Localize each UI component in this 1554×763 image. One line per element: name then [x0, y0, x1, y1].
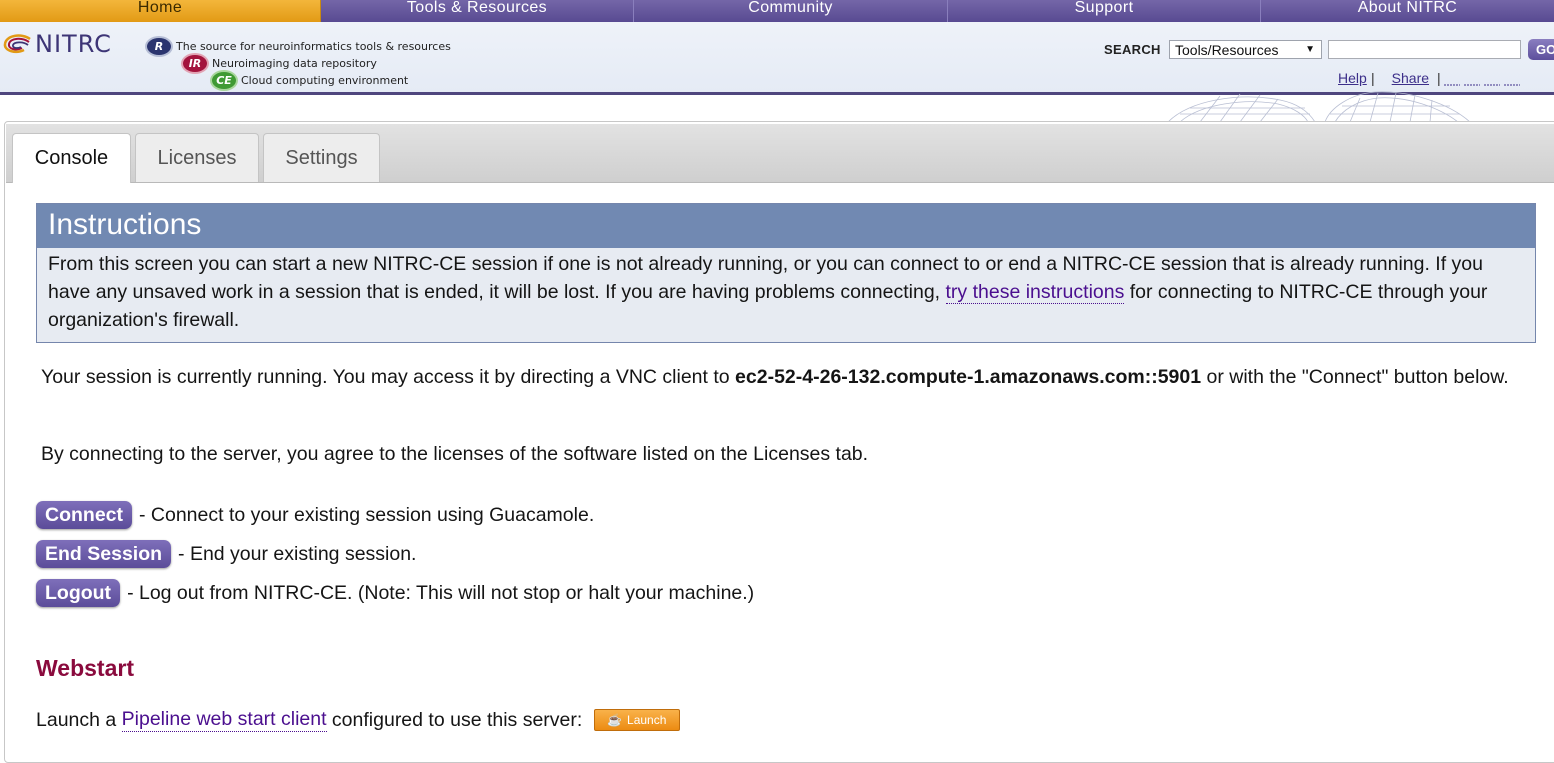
pipeline-client-link[interactable]: Pipeline web start client: [121, 708, 327, 732]
session-text-before: Your session is currently running. You m…: [41, 366, 736, 388]
action-row: Logout - Log out from NITRC-CE. (Note: T…: [36, 578, 754, 608]
dropdown-caret-icon: ▼: [1305, 44, 1315, 55]
tagline-text: Neuroimaging data repository: [212, 56, 377, 70]
connect-button[interactable]: Connect: [36, 501, 132, 529]
action-description: - Connect to your existing session using…: [139, 503, 595, 526]
action-description: - End your existing session.: [178, 542, 417, 565]
separator: |: [1371, 70, 1375, 86]
logo-text: NITRC: [35, 30, 112, 58]
search-scope-value: Tools/Resources: [1175, 42, 1279, 58]
nav-about[interactable]: About NITRC: [1261, 0, 1554, 22]
search-input[interactable]: [1328, 40, 1521, 59]
instructions-box: Instructions From this screen you can st…: [36, 203, 1536, 343]
tab-console[interactable]: Console: [12, 133, 131, 183]
top-navigation: Home Tools & Resources Community Support…: [0, 0, 1554, 22]
separator: |: [1437, 70, 1441, 86]
tab-settings[interactable]: Settings: [263, 133, 380, 182]
share-link[interactable]: Share: [1380, 70, 1429, 86]
java-icon: ☕: [607, 713, 623, 727]
end-session-button[interactable]: End Session: [36, 540, 172, 568]
nav-community[interactable]: Community: [634, 0, 948, 22]
tagline-text: The source for neuroinformatics tools & …: [176, 39, 451, 53]
search-label: SEARCH: [1104, 42, 1161, 57]
launch-button[interactable]: ☕ Launch: [593, 709, 680, 731]
session-status: Your session is currently running. You m…: [41, 363, 1541, 391]
share-icons-placeholder: [1444, 84, 1520, 86]
resources-badge-icon: R: [145, 35, 173, 57]
launch-label: Launch: [627, 713, 667, 727]
webstart-heading: Webstart: [36, 655, 134, 681]
cloud-badge-icon: CE: [210, 69, 238, 91]
action-row: End Session - End your existing session.: [36, 539, 416, 569]
repository-badge-icon: IR: [181, 52, 209, 74]
tagline-row: CE Cloud computing environment: [210, 69, 409, 91]
tab-licenses[interactable]: Licenses: [135, 133, 259, 182]
action-row: Connect - Connect to your existing sessi…: [36, 500, 594, 530]
webstart-text-before: Launch a: [36, 708, 122, 731]
instructions-title: Instructions: [37, 204, 1535, 248]
logo-swirl-icon: [3, 34, 31, 53]
nav-support[interactable]: Support: [948, 0, 1261, 22]
webstart-launch-row: Launch a Pipeline web start client confi…: [36, 708, 680, 732]
nitrc-logo[interactable]: NITRC: [2, 30, 142, 58]
nav-tools-resources[interactable]: Tools & Resources: [321, 0, 634, 22]
share-label: Share: [1391, 70, 1430, 86]
nav-home[interactable]: Home: [0, 0, 321, 22]
vnc-host: ec2-52-4-26-132.compute-1.amazonaws.com:…: [735, 366, 1202, 388]
session-text-after: or with the "Connect" button below.: [1201, 366, 1509, 388]
tagline-text: Cloud computing environment: [241, 73, 409, 87]
search-scope-select[interactable]: Tools/Resources ▼: [1169, 40, 1322, 59]
firewall-instructions-link[interactable]: try these instructions: [945, 281, 1125, 304]
instructions-text: From this screen you can start a new NIT…: [37, 248, 1535, 334]
brain-wireframe-art: [1167, 91, 1471, 122]
webstart-text-after: configured to use this server:: [326, 708, 588, 731]
help-link[interactable]: Help: [1338, 70, 1367, 86]
search-go-button[interactable]: GO: [1528, 39, 1554, 60]
logout-button[interactable]: Logout: [36, 579, 121, 607]
action-description: - Log out from NITRC-CE. (Note: This wil…: [127, 581, 755, 604]
license-agreement: By connecting to the server, you agree t…: [41, 443, 869, 465]
